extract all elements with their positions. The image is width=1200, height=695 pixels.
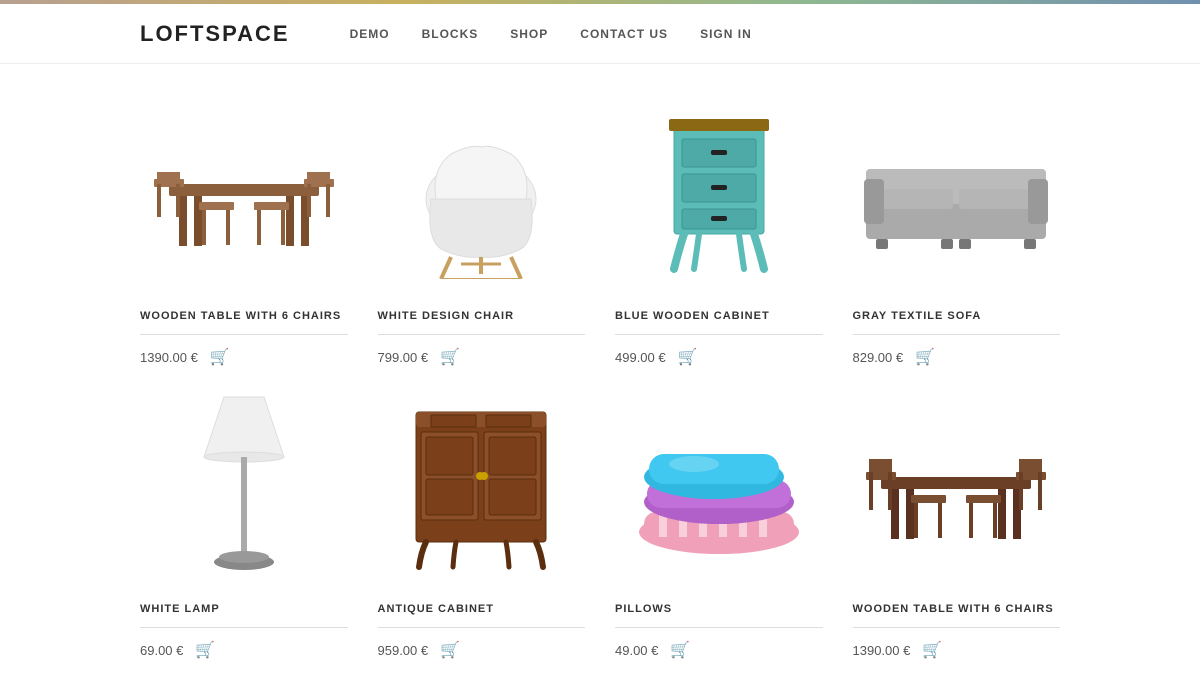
product-divider [615,627,823,628]
product-footer: 69.00 € 🛒 [140,640,348,660]
product-name: ANTIQUE CABINET [378,603,586,615]
add-to-cart-button[interactable]: 🛒 [678,347,698,367]
product-image [140,387,348,587]
product-footer: 499.00 € 🛒 [615,347,823,367]
product-image [615,387,823,587]
product-card: WHITE LAMP 69.00 € 🛒 [140,387,348,660]
product-name: PILLOWS [615,603,823,615]
add-to-cart-button[interactable]: 🛒 [922,640,942,660]
product-divider [853,334,1061,335]
product-price: 499.00 € [615,350,666,365]
product-price: 799.00 € [378,350,429,365]
nav-contact[interactable]: CONTACT US [580,27,668,41]
add-to-cart-button[interactable]: 🛒 [670,640,690,660]
product-price: 49.00 € [615,643,658,658]
product-divider [615,334,823,335]
product-name: WOODEN TABLE WITH 6 CHAIRS [140,310,348,322]
product-image [140,94,348,294]
main-content: WOODEN TABLE WITH 6 CHAIRS 1390.00 € 🛒 [0,64,1200,690]
product-name: BLUE WOODEN CABINET [615,310,823,322]
site-logo[interactable]: LOFTSPACE [140,21,290,47]
nav-shop[interactable]: SHOP [510,27,548,41]
product-card: WHITE DESIGN CHAIR 799.00 € 🛒 [378,94,586,367]
product-image [853,94,1061,294]
product-card: GRAY TEXTILE SOFA 829.00 € 🛒 [853,94,1061,367]
product-image [378,94,586,294]
product-price: 829.00 € [853,350,904,365]
product-card: ANTIQUE CABINET 959.00 € 🛒 [378,387,586,660]
nav-demo[interactable]: DEMO [350,27,390,41]
product-price: 1390.00 € [853,643,911,658]
add-to-cart-button[interactable]: 🛒 [195,640,215,660]
site-header: LOFTSPACE DEMO BLOCKS SHOP CONTACT US SI… [0,4,1200,64]
product-footer: 829.00 € 🛒 [853,347,1061,367]
product-footer: 1390.00 € 🛒 [853,640,1061,660]
product-grid: WOODEN TABLE WITH 6 CHAIRS 1390.00 € 🛒 [140,94,1060,660]
product-divider [378,627,586,628]
product-name: WHITE LAMP [140,603,348,615]
product-image [853,387,1061,587]
product-image [615,94,823,294]
product-divider [140,627,348,628]
product-card: WOODEN TABLE WITH 6 CHAIRS 1390.00 € 🛒 [140,94,348,367]
nav-signin[interactable]: SIGN IN [700,27,752,41]
product-name: WOODEN TABLE WITH 6 CHAIRS [853,603,1061,615]
main-nav: DEMO BLOCKS SHOP CONTACT US SIGN IN [350,27,752,41]
product-card: PILLOWS 49.00 € 🛒 [615,387,823,660]
product-price: 69.00 € [140,643,183,658]
product-card: BLUE WOODEN CABINET 499.00 € 🛒 [615,94,823,367]
product-card: WOODEN TABLE WITH 6 CHAIRS 1390.00 € 🛒 [853,387,1061,660]
add-to-cart-button[interactable]: 🛒 [210,347,230,367]
product-price: 959.00 € [378,643,429,658]
add-to-cart-button[interactable]: 🛒 [440,347,460,367]
product-image [378,387,586,587]
product-divider [853,627,1061,628]
product-footer: 49.00 € 🛒 [615,640,823,660]
product-footer: 959.00 € 🛒 [378,640,586,660]
product-name: GRAY TEXTILE SOFA [853,310,1061,322]
add-to-cart-button[interactable]: 🛒 [440,640,460,660]
product-divider [378,334,586,335]
product-price: 1390.00 € [140,350,198,365]
product-footer: 1390.00 € 🛒 [140,347,348,367]
product-footer: 799.00 € 🛒 [378,347,586,367]
product-name: WHITE DESIGN CHAIR [378,310,586,322]
add-to-cart-button[interactable]: 🛒 [915,347,935,367]
product-divider [140,334,348,335]
nav-blocks[interactable]: BLOCKS [422,27,479,41]
